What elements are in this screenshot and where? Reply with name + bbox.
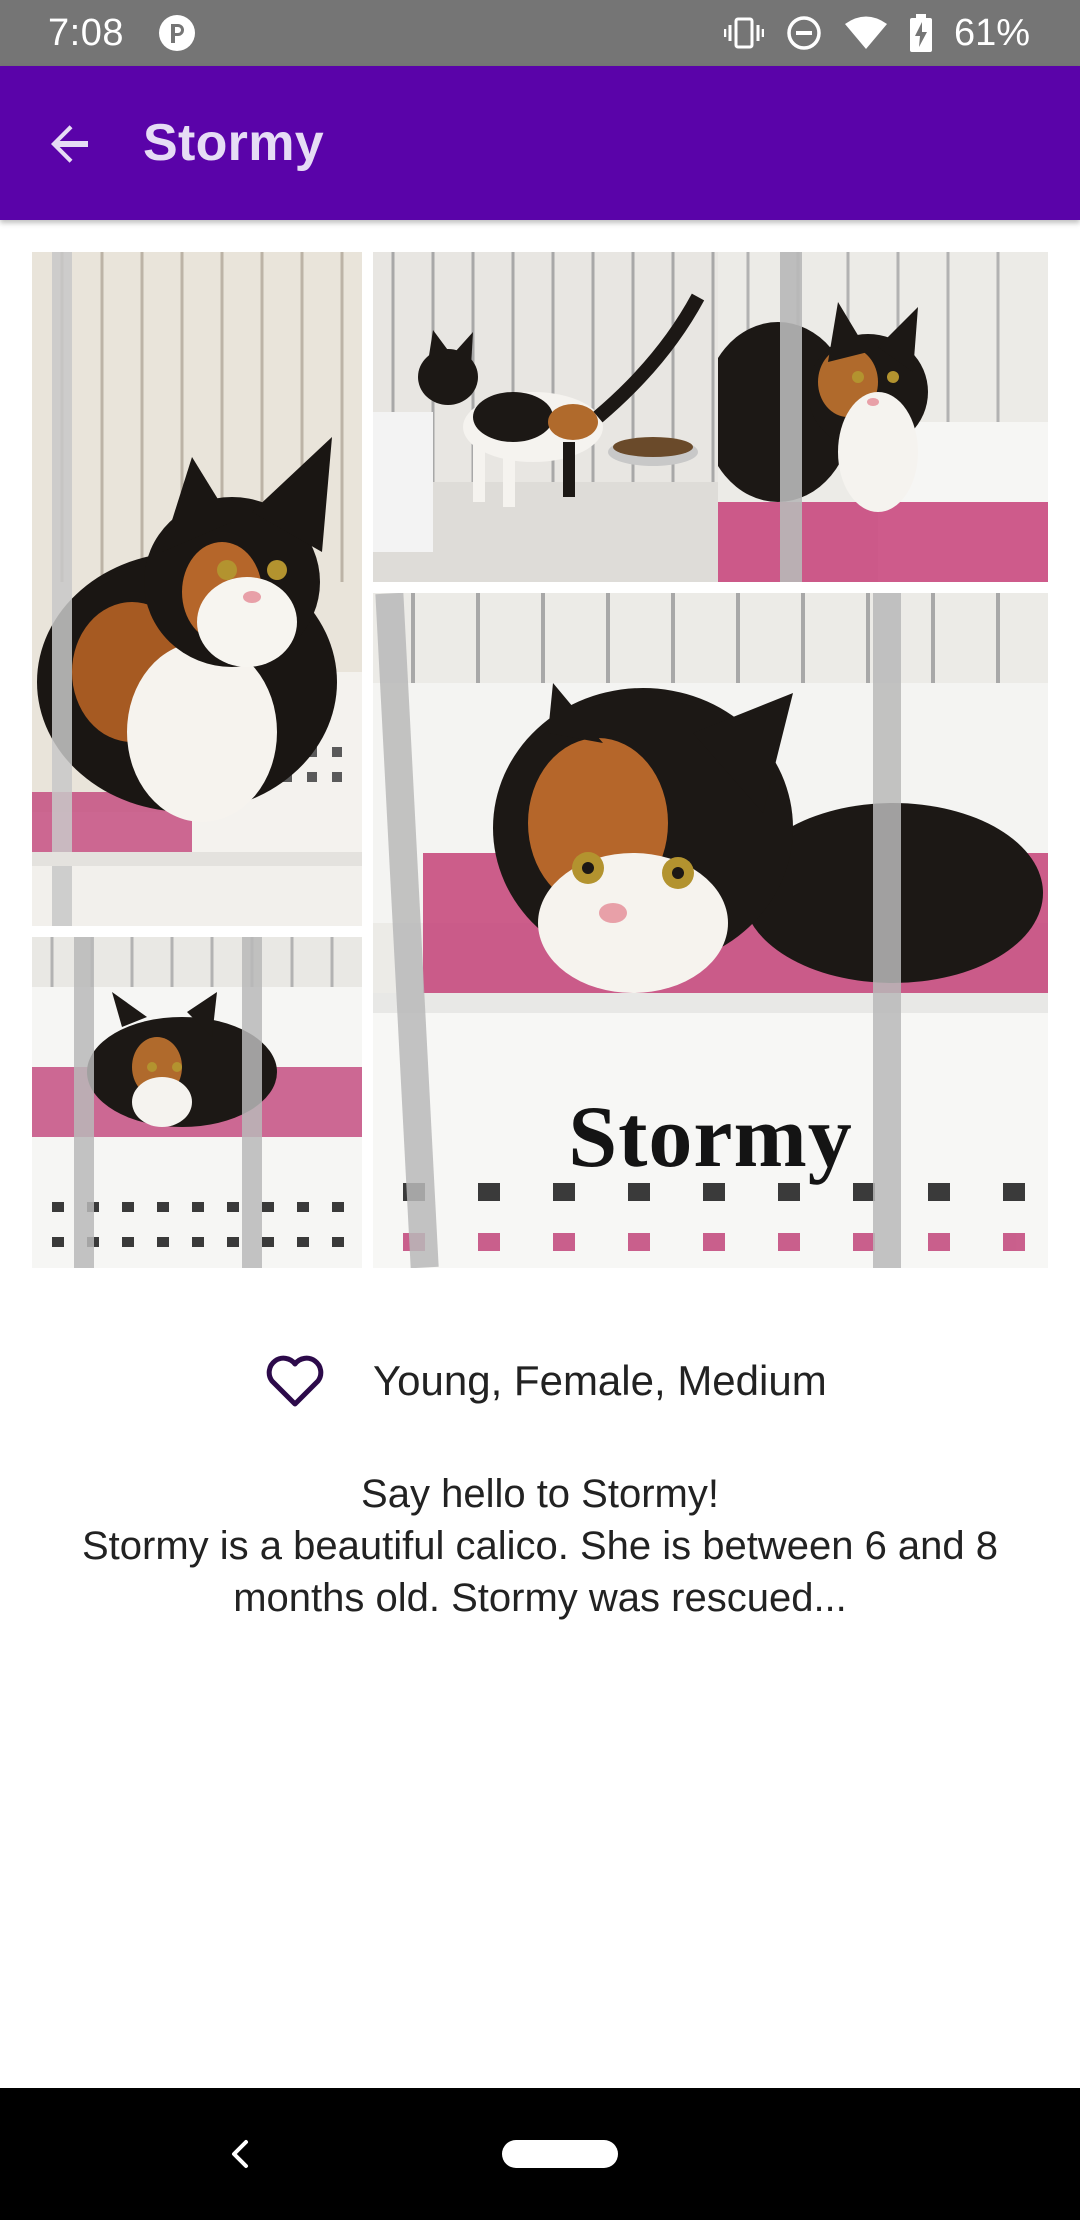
status-bar: 7:08 61% <box>0 0 1080 66</box>
photo-watermark: Stormy <box>568 1089 853 1186</box>
wifi-icon <box>844 15 888 51</box>
arrow-back-icon <box>51 125 88 163</box>
battery-charging-icon <box>909 14 932 52</box>
back-button[interactable] <box>30 104 110 184</box>
nav-home-pill[interactable] <box>502 2140 618 2168</box>
nav-back-button[interactable] <box>218 2122 262 2186</box>
pet-photo-3[interactable] <box>718 252 1048 582</box>
photo-gallery[interactable]: Stormy <box>32 252 1048 1268</box>
pet-photo-2[interactable] <box>373 252 739 582</box>
do-not-disturb-icon <box>786 15 822 51</box>
status-time: 7:08 <box>48 12 124 54</box>
system-nav-bar <box>0 2088 1080 2220</box>
pet-photo-1[interactable] <box>32 252 362 926</box>
heart-outline-icon <box>266 1355 324 1407</box>
page-title: Stormy <box>143 114 324 172</box>
pet-photo-main[interactable]: Stormy <box>373 593 1048 1268</box>
favorite-button[interactable] <box>264 1352 326 1410</box>
battery-percent: 61% <box>953 12 1030 54</box>
pet-photo-4[interactable] <box>32 937 362 1268</box>
pet-attributes: Young, Female, Medium <box>373 1357 827 1404</box>
app-bar: Stormy <box>0 66 1080 220</box>
app-notification-icon <box>158 14 196 52</box>
vibrate-icon <box>723 15 764 51</box>
nav-back-icon <box>232 2140 248 2168</box>
pet-description: Say hello to Stormy! Stormy is a beautif… <box>81 1472 999 1620</box>
status-icons: 61% <box>723 10 1030 56</box>
pet-info-row: Young, Female, Medium <box>0 1348 1080 1414</box>
